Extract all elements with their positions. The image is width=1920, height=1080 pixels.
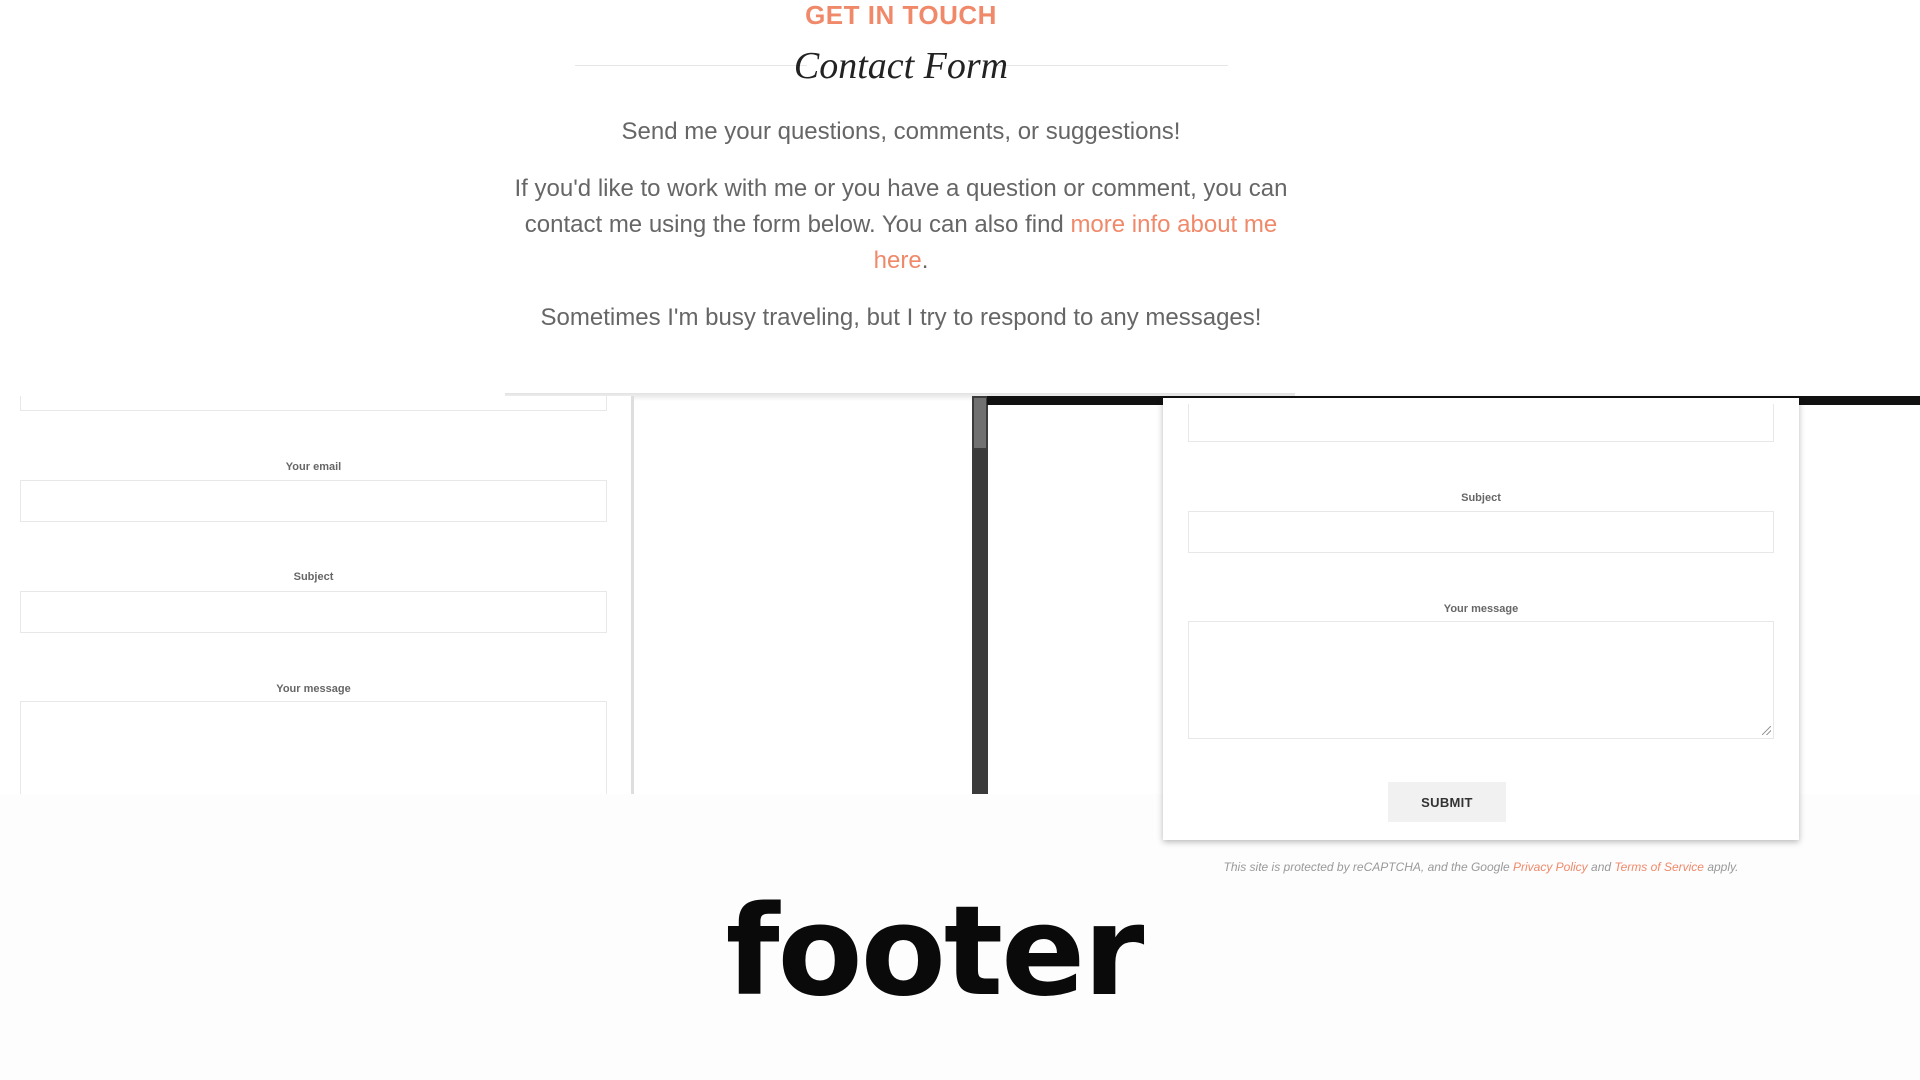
page-title: Contact Form [793, 45, 1009, 87]
intro-paragraph-end: . [921, 247, 929, 274]
footer-label: footer [725, 880, 1145, 1024]
recaptcha-and: and [1587, 860, 1615, 874]
scrollbar-thumb[interactable] [974, 398, 986, 448]
terms-of-service-link[interactable]: Terms of Service [1614, 860, 1704, 874]
scrollbar-track[interactable] [972, 396, 988, 794]
email-label: Your email [285, 461, 342, 473]
resize-handle-icon[interactable] [1762, 726, 1771, 735]
intro-note: Sometimes I'm busy traveling, but I try … [540, 304, 1262, 331]
email-field-right[interactable] [1188, 404, 1774, 442]
right-contact-form [1163, 398, 1799, 840]
message-field[interactable] [20, 701, 607, 794]
message-label: Your message [276, 683, 351, 695]
message-field-right[interactable] [1188, 621, 1774, 739]
name-field[interactable] [20, 396, 607, 411]
privacy-policy-link[interactable]: Privacy Policy [1513, 860, 1588, 874]
recaptcha-text: This site is protected by reCAPTCHA, and… [1223, 860, 1513, 874]
subject-label: Subject [293, 571, 334, 583]
recaptcha-suffix: apply. [1703, 860, 1739, 874]
subject-field-right[interactable] [1188, 511, 1774, 553]
email-field[interactable] [20, 480, 607, 522]
submit-button[interactable]: SUBMIT [1388, 782, 1506, 822]
section-eyebrow: GET IN TOUCH [805, 0, 997, 30]
recaptcha-notice: This site is protected by reCAPTCHA, and… [1163, 860, 1799, 874]
message-label-right: Your message [1443, 603, 1519, 615]
subject-label-right: Subject [1461, 492, 1501, 504]
intro-lead: Send me your questions, comments, or sug… [621, 118, 1181, 145]
intro-paragraph: If you'd like to work with me or you hav… [500, 171, 1302, 279]
subject-field[interactable] [20, 591, 607, 633]
